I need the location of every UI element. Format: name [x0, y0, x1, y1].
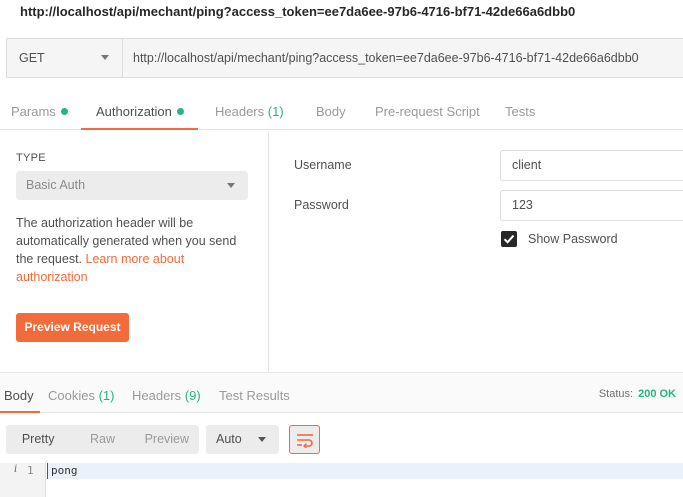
response-tabs: Body Cookies (1) Headers (9) Test Result… — [0, 372, 683, 413]
window-title: http://localhost/api/mechant/ping?access… — [20, 4, 576, 19]
chevron-down-icon — [227, 183, 235, 188]
response-toolbar: Pretty Raw Preview Auto — [6, 425, 320, 454]
url-input[interactable]: http://localhost/api/mechant/ping?access… — [123, 39, 683, 77]
password-field[interactable]: 123 — [500, 190, 683, 221]
checkmark-icon — [503, 234, 515, 244]
view-preview-button[interactable]: Preview — [135, 425, 199, 454]
auth-type-select[interactable]: Basic Auth — [16, 171, 248, 200]
view-raw-button[interactable]: Raw — [70, 425, 134, 454]
tab-headers-label: Headers — [132, 388, 182, 403]
preview-request-button[interactable]: Preview Request — [16, 313, 129, 342]
editor-gutter: i 1 — [0, 463, 46, 497]
username-label: Username — [294, 158, 352, 172]
tab-params[interactable]: Params — [11, 95, 68, 130]
tab-test-results[interactable]: Test Results — [219, 373, 290, 413]
status-dot-icon — [176, 108, 184, 115]
tab-response-headers[interactable]: Headers (9) — [132, 373, 201, 413]
chevron-down-icon — [258, 437, 266, 442]
wrap-lines-button[interactable] — [289, 425, 320, 454]
tab-cookies-count: (1) — [98, 388, 115, 403]
status-badge: 200 OK — [638, 388, 676, 400]
method-label: GET — [19, 51, 45, 65]
show-password-label: Show Password — [528, 232, 618, 246]
auth-description: The authorization header will be automat… — [16, 214, 256, 286]
request-bar: GET http://localhost/api/mechant/ping?ac… — [6, 38, 683, 78]
wrap-lines-icon — [297, 434, 313, 448]
tab-body[interactable]: Body — [316, 95, 346, 130]
show-password-checkbox[interactable] — [501, 231, 517, 247]
format-value: Auto — [216, 432, 242, 446]
auth-type-value: Basic Auth — [26, 178, 86, 192]
tab-authorization[interactable]: Authorization — [81, 95, 198, 130]
tab-params-label: Params — [11, 104, 56, 119]
view-mode-segmented: Pretty Raw Preview — [6, 425, 199, 454]
info-icon: i — [14, 464, 18, 475]
request-tabs: Params Authorization Headers (1) Body Pr… — [0, 95, 683, 130]
tab-prerequest-script[interactable]: Pre-request Script — [375, 95, 480, 130]
auth-type-pane: TYPE Basic Auth The authorization header… — [0, 131, 269, 372]
chevron-down-icon — [101, 55, 109, 60]
response-editor[interactable]: i 1 pong — [0, 463, 683, 497]
tab-tests[interactable]: Tests — [505, 95, 535, 130]
format-select[interactable]: Auto — [206, 425, 279, 454]
tab-headers-count: (1) — [267, 104, 284, 119]
response-status: Status: 200 OK — [599, 388, 676, 400]
password-label: Password — [294, 198, 349, 212]
tab-authorization-label: Authorization — [96, 104, 172, 119]
tab-response-cookies[interactable]: Cookies (1) — [48, 373, 114, 413]
username-field[interactable]: client — [500, 150, 683, 181]
tab-headers-count: (9) — [184, 388, 201, 403]
tab-headers-label: Headers — [215, 104, 265, 119]
line-number: 1 — [27, 464, 34, 477]
status-dot-icon — [60, 108, 68, 115]
auth-type-label: TYPE — [16, 152, 46, 164]
code-line: pong — [47, 463, 683, 479]
tab-headers[interactable]: Headers (1) — [215, 95, 284, 130]
tab-cookies-label: Cookies — [48, 388, 95, 403]
status-label: Status: — [598, 388, 634, 400]
view-pretty-button[interactable]: Pretty — [6, 425, 70, 454]
method-select[interactable]: GET — [7, 39, 123, 77]
tab-response-body[interactable]: Body — [0, 373, 40, 413]
